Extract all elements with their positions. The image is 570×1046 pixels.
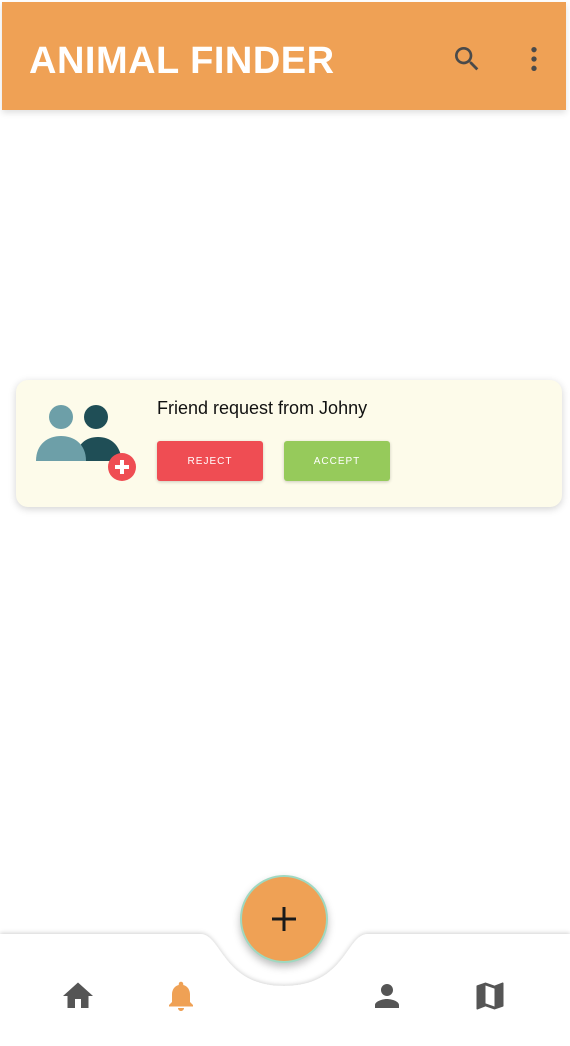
bell-icon [169, 981, 193, 1011]
map-icon [476, 982, 504, 1010]
app-title: ANIMAL FINDER [29, 40, 335, 82]
app-bar: ANIMAL FINDER [2, 2, 566, 110]
home-icon [63, 982, 93, 1008]
friend-request-card: Friend request from Johny REJECT ACCEPT [16, 380, 562, 507]
nav-profile[interactable] [367, 976, 407, 1016]
nav-map[interactable] [470, 976, 510, 1016]
search-button[interactable] [447, 39, 487, 79]
nav-home[interactable] [58, 976, 98, 1016]
notification-text: Friend request from Johny [157, 398, 368, 418]
accept-button[interactable]: ACCEPT [284, 441, 390, 481]
more-vert-icon [531, 47, 537, 71]
more-options-button[interactable] [514, 39, 554, 79]
add-friend-icon [36, 404, 138, 484]
person-icon [375, 984, 399, 1008]
reject-button[interactable]: REJECT [157, 441, 263, 481]
add-button[interactable] [240, 875, 328, 963]
search-icon [455, 47, 479, 71]
nav-notifications[interactable] [161, 976, 201, 1016]
plus-icon [272, 907, 296, 931]
